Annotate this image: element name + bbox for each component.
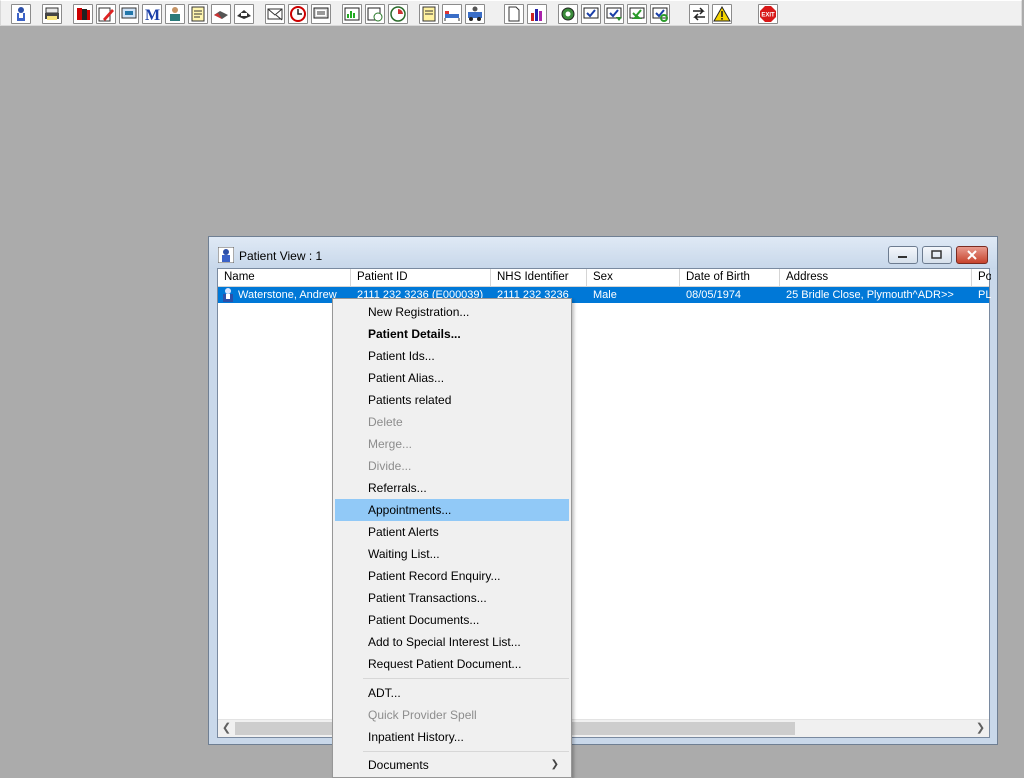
menu-item-patient-transactions[interactable]: Patient Transactions... <box>335 587 569 609</box>
svg-text:M: M <box>145 7 160 23</box>
ambulance-icon[interactable] <box>465 4 485 24</box>
svg-text:EXIT: EXIT <box>761 13 775 19</box>
cell-postcode: PL <box>978 289 991 301</box>
patient-view-window: Patient View : 1 Name Patient ID NHS Ide… <box>208 236 998 745</box>
transfer-icon[interactable] <box>234 4 254 24</box>
column-header-patient-id[interactable]: Patient ID <box>351 269 491 286</box>
grid-header: Name Patient ID NHS Identifier Sex Date … <box>218 269 991 287</box>
menu-item-quick-provider-spell: Quick Provider Spell <box>368 708 477 722</box>
column-header-sex[interactable]: Sex <box>587 269 680 286</box>
menu-item-documents-label: Documents <box>368 758 429 772</box>
checklist-down-icon[interactable] <box>604 4 624 24</box>
title-bar[interactable]: Patient View : 1 <box>209 237 997 269</box>
main-toolbar: M EXIT <box>0 0 1022 26</box>
checklist-icon[interactable] <box>581 4 601 24</box>
network-icon[interactable] <box>119 4 139 24</box>
menu-item-referrals[interactable]: Referrals... <box>335 477 569 499</box>
document-clock-icon[interactable] <box>365 4 385 24</box>
cell-date-of-birth: 08/05/1974 <box>686 289 742 301</box>
timer-icon[interactable] <box>388 4 408 24</box>
column-header-nhs-identifier[interactable]: NHS Identifier <box>491 269 587 286</box>
cell-address: 25 Bridle Close, Plymouth^ADR>> <box>786 289 954 301</box>
settings-globe-icon[interactable] <box>558 4 578 24</box>
menu-item-appointments[interactable]: Appointments... <box>335 499 569 521</box>
menu-item-delete: Delete <box>368 415 403 429</box>
menu-item-waiting-list[interactable]: Waiting List... <box>335 543 569 565</box>
books-icon[interactable] <box>73 4 93 24</box>
edit-record-icon[interactable] <box>96 4 116 24</box>
menu-item-inpatient-history[interactable]: Inpatient History... <box>335 726 569 748</box>
handshake-icon[interactable] <box>211 4 231 24</box>
menu-item-patient-alerts[interactable]: Patient Alerts <box>335 521 569 543</box>
cell-sex: Male <box>593 289 617 301</box>
column-header-postcode[interactable]: Po <box>972 269 991 286</box>
blank-document-icon[interactable] <box>504 4 524 24</box>
clock-icon[interactable] <box>288 4 308 24</box>
bed-icon[interactable] <box>442 4 462 24</box>
patient-context-menu: New Registration... Patient Details... P… <box>332 298 572 778</box>
print-icon[interactable] <box>42 4 62 24</box>
close-button[interactable] <box>956 246 988 264</box>
memo-icon[interactable] <box>419 4 439 24</box>
checklist-refresh-icon[interactable] <box>650 4 670 24</box>
menu-item-patient-alias[interactable]: Patient Alias... <box>335 367 569 389</box>
window-title: Patient View : 1 <box>239 249 323 263</box>
scroll-right-icon[interactable]: ❯ <box>972 720 989 737</box>
menu-item-patients-related[interactable]: Patients related <box>335 389 569 411</box>
swap-arrows-icon[interactable] <box>689 4 709 24</box>
restore-icon <box>931 250 942 259</box>
submenu-arrow-icon: ❯ <box>550 759 559 770</box>
monitor-icon[interactable] <box>311 4 331 24</box>
scroll-left-icon[interactable]: ❮ <box>218 720 235 737</box>
menu-separator <box>363 751 569 752</box>
patient-app-icon <box>218 247 234 263</box>
exit-icon[interactable]: EXIT <box>758 4 778 24</box>
column-header-date-of-birth[interactable]: Date of Birth <box>680 269 780 286</box>
menu-item-request-patient-document[interactable]: Request Patient Document... <box>335 653 569 675</box>
checklist-green-icon[interactable] <box>627 4 647 24</box>
bar-chart-icon[interactable] <box>527 4 547 24</box>
patient-search-icon[interactable] <box>11 4 31 24</box>
menu-item-patient-documents[interactable]: Patient Documents... <box>335 609 569 631</box>
maximize-button[interactable] <box>922 246 952 264</box>
minimize-icon <box>898 256 907 258</box>
close-icon <box>967 250 977 260</box>
menu-item-patient-ids[interactable]: Patient Ids... <box>335 345 569 367</box>
notes-icon[interactable] <box>188 4 208 24</box>
minimize-button[interactable] <box>888 246 918 264</box>
menu-item-divide: Divide... <box>368 459 412 473</box>
menu-item-new-registration[interactable]: New Registration... <box>335 301 569 323</box>
menu-separator <box>363 678 569 679</box>
mail-m-icon[interactable]: M <box>142 4 162 24</box>
menu-item-patient-record-enquiry[interactable]: Patient Record Enquiry... <box>335 565 569 587</box>
menu-item-patient-details[interactable]: Patient Details... <box>335 323 569 345</box>
menu-item-adt[interactable]: ADT... <box>335 682 569 704</box>
menu-item-documents[interactable]: Documents ❯ <box>335 754 569 776</box>
envelope-icon[interactable] <box>265 4 285 24</box>
column-header-name[interactable]: Name <box>218 269 351 286</box>
column-header-address[interactable]: Address <box>780 269 972 286</box>
doctor-icon[interactable] <box>165 4 185 24</box>
chart-icon[interactable] <box>342 4 362 24</box>
menu-item-merge: Merge... <box>368 437 413 451</box>
menu-item-add-to-special-interest-list[interactable]: Add to Special Interest List... <box>335 631 569 653</box>
warning-icon[interactable] <box>712 4 732 24</box>
